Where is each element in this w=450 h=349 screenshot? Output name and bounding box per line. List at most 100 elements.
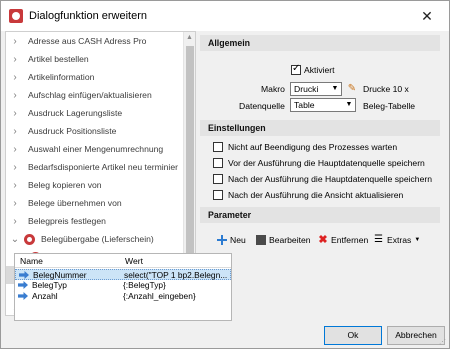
pencil-icon[interactable]: ✎ [346,83,358,95]
aktiviert-label: Aktiviert [304,65,335,75]
neu-button[interactable]: Neu [217,235,246,245]
tree-item-label: Belegübergabe (Lieferschein) [41,234,154,244]
entfernen-label: Entfernen [331,235,369,245]
add-icon [217,235,227,245]
param-value: {:BelegTyp} [123,280,166,290]
tree-item[interactable]: › Belege übernehmen von [6,194,184,212]
entfernen-button[interactable]: ✖ Entfernen [318,234,369,246]
tree-item[interactable]: › Beleg kopieren von [6,176,184,194]
section-einstellungen: Einstellungen [200,120,440,136]
neu-label: Neu [230,235,246,245]
chevron-right-icon[interactable]: › [8,36,22,47]
grid-header: Name Wert [15,254,231,268]
makro-description: Drucke 10 x [363,84,409,94]
arrow-right-icon [19,271,29,279]
extras-button[interactable]: ☰ Extras ▼ [374,234,421,246]
param-name: BelegNummer [33,270,87,280]
chevron-right-icon[interactable]: › [8,180,22,191]
chevron-right-icon[interactable]: › [8,126,22,137]
scroll-thumb[interactable] [186,46,194,278]
chevron-right-icon[interactable]: › [8,198,22,209]
app-icon [9,9,23,23]
delete-icon: ✖ [318,234,328,246]
tree-item[interactable]: › Ausdruck Positionsliste [6,122,184,140]
menu-icon: ☰ [374,234,383,245]
section-allgemein: Allgemein [200,35,440,51]
dialog-window: Dialogfunktion erweitern ✕ › Adresse aus … [0,0,450,349]
title-bar: Dialogfunktion erweitern ✕ [1,1,449,31]
option-label-1: Nicht auf Beendigung des Prozesses warte… [228,142,398,152]
tree-item-label: Artikelinformation [28,72,95,82]
param-name: Anzahl [32,291,58,301]
chevron-right-icon[interactable]: › [8,144,22,155]
chevron-down-icon: ▼ [345,101,353,108]
parameter-grid[interactable]: Name Wert BelegNummer select("TOP 1 bp2.… [14,253,232,321]
tree-item-label: Ausdruck Positionsliste [28,126,117,136]
column-wert[interactable]: Wert [125,256,143,266]
datenquelle-value: Table [294,100,315,110]
datenquelle-description: Beleg-Tabelle [363,101,416,111]
tree-item-label: Adresse aus CASH Adress Pro [28,36,147,46]
tree-item[interactable]: › Belegpreis festlegen [6,212,184,230]
tree-item[interactable]: › Auswahl einer Mengenumrechnung [6,140,184,158]
chevron-down-icon: ▼ [331,85,339,92]
parameter-row[interactable]: Anzahl {:Anzahl_eingeben} [15,291,231,302]
parameter-row[interactable]: BelegTyp {:BelegTyp} [15,280,231,291]
dropdown-arrow-icon: ▼ [414,237,421,243]
edit-icon [256,235,266,245]
bearbeiten-label: Bearbeiten [269,235,311,245]
option-label-4: Nach der Ausführung die Ansicht aktualis… [228,190,404,200]
arrow-right-icon [18,292,28,300]
tree-item-label: Ausdruck Lagerungsliste [28,108,123,118]
param-name: BelegTyp [32,280,67,290]
ok-button[interactable]: Ok [324,326,382,345]
tree-item-label: Belege übernehmen von [28,198,122,208]
tree-item[interactable]: ⌄ Belegübergabe (Lieferschein) [6,230,184,248]
chevron-right-icon[interactable]: › [8,54,22,65]
option-checkbox-1[interactable] [213,142,223,152]
tree-item-label: Auswahl einer Mengenumrechnung [28,144,164,154]
option-checkbox-3[interactable] [213,174,223,184]
close-icon[interactable]: ✕ [405,1,449,31]
extras-label: Extras [387,235,412,245]
chevron-right-icon[interactable]: › [8,162,22,173]
makro-value: Drucki [294,84,319,94]
chevron-down-icon[interactable]: ⌄ [8,234,22,245]
arrow-right-icon [18,281,28,289]
tree-item[interactable]: › Ausdruck Lagerungsliste [6,104,184,122]
scroll-up-icon[interactable]: ▲ [184,32,195,44]
chevron-right-icon[interactable]: › [8,216,22,227]
parameter-row[interactable]: BelegNummer select("TOP 1 bp2.Belegn... [15,269,231,280]
tree-item[interactable]: › Aufschlag einfügen/aktualisieren [6,86,184,104]
datenquelle-label: Datenquelle [239,101,285,111]
tree-item-label: Belegpreis festlegen [28,216,106,226]
datenquelle-select[interactable]: Table ▼ [290,98,356,112]
section-parameter: Parameter [200,207,440,223]
param-value: {:Anzahl_eingeben} [123,291,196,301]
option-checkbox-2[interactable] [213,158,223,168]
tree-item[interactable]: › Artikel bestellen [6,50,184,68]
chevron-right-icon[interactable]: › [8,108,22,119]
tree-item[interactable]: › Artikelinformation [6,68,184,86]
aktiviert-checkbox[interactable] [291,63,301,75]
tree-item-label: Beleg kopieren von [28,180,102,190]
column-name[interactable]: Name [20,256,43,266]
option-label-2: Vor der Ausführung die Hauptdatenquelle … [228,158,425,168]
gear-icon [24,233,35,245]
resize-grip[interactable]: ⋰ [439,338,447,346]
param-value: select("TOP 1 bp2.Belegn... [124,270,228,280]
bearbeiten-button[interactable]: Bearbeiten [256,235,311,245]
makro-label: Makro [261,84,285,94]
window-title: Dialogfunktion erweitern [29,10,148,22]
tree-item[interactable]: › Adresse aus CASH Adress Pro [6,32,184,50]
abbrechen-button[interactable]: Abbrechen [387,326,445,345]
tree-item-label: Bedarfsdisponierte Artikel neu terminier [28,162,178,172]
option-label-3: Nach der Ausführung die Hauptdatenquelle… [228,174,433,184]
option-checkbox-4[interactable] [213,190,223,200]
tree-item-label: Artikel bestellen [28,54,89,64]
tree-item[interactable]: › Bedarfsdisponierte Artikel neu terminie… [6,158,184,176]
tree-item-label: Aufschlag einfügen/aktualisieren [28,90,152,100]
chevron-right-icon[interactable]: › [8,72,22,83]
makro-select[interactable]: Drucki ▼ [290,82,342,96]
chevron-right-icon[interactable]: › [8,90,22,101]
